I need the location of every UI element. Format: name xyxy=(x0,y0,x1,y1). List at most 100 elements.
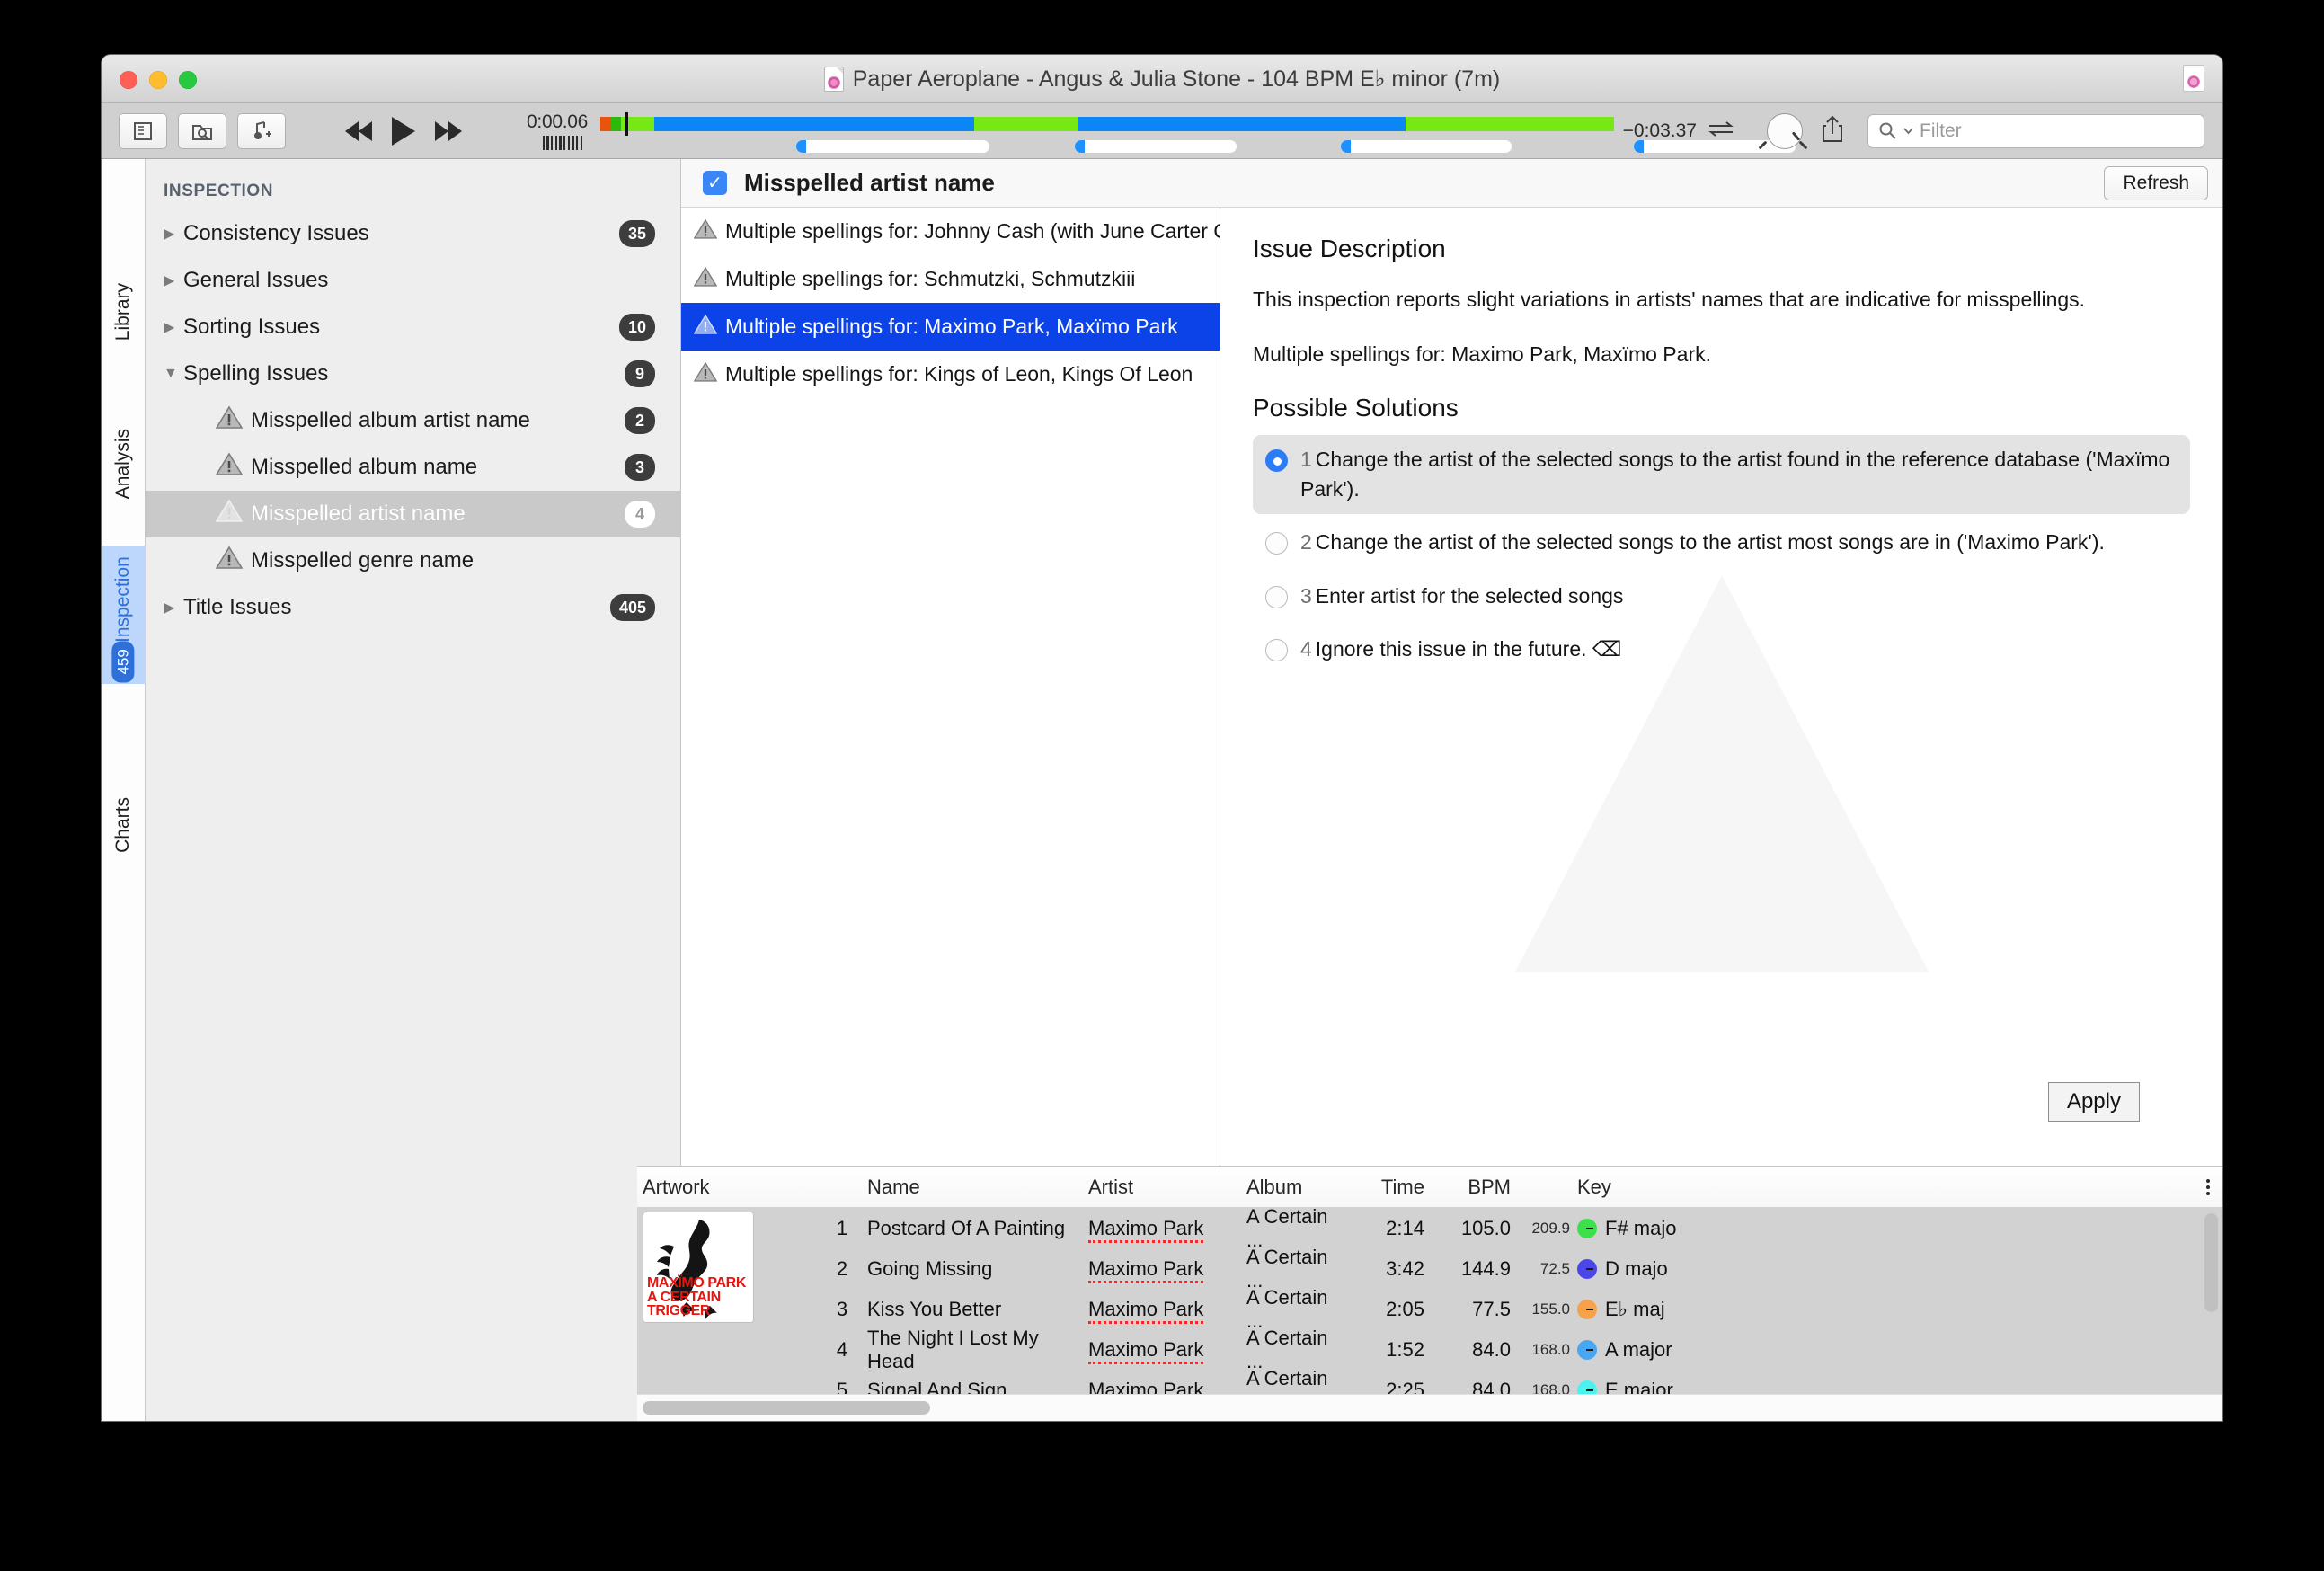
elapsed-time-block: 0:00.06 xyxy=(501,111,588,150)
table-row[interactable]: 4 The Night I Lost My Head Maximo Park A… xyxy=(637,1327,2222,1372)
table-row[interactable]: 3 Kiss You Better Maximo Park A Certain … xyxy=(637,1286,2222,1332)
art-line-1: MAXÏMO PARK xyxy=(647,1274,746,1291)
album-art-title: MAXÏMO PARK A CERTAIN TRIGGER xyxy=(647,1276,746,1318)
issue-enabled-checkbox[interactable]: ✓ xyxy=(703,171,727,195)
tree-node-misspelled-album-name[interactable]: Misspelled album name 3 xyxy=(146,444,680,491)
song-table: Artwork Name Artist Album Time BPM Key M… xyxy=(637,1166,2222,1421)
list-item-selected[interactable]: Multiple spellings for: Maximo Park, Max… xyxy=(681,303,1220,351)
row-bpm-alt: 168.0 xyxy=(1531,1340,1570,1358)
tree-node-misspelled-artist-name[interactable]: Misspelled artist name 4 xyxy=(146,491,680,537)
sidebar-item-analysis[interactable]: Analysis xyxy=(108,420,138,508)
list-item[interactable]: Multiple spellings for: Schmutzki, Schmu… xyxy=(681,255,1220,303)
column-header-artwork[interactable]: Artwork xyxy=(637,1176,817,1199)
radio-button[interactable] xyxy=(1265,532,1288,555)
toolbar-left-buttons xyxy=(119,112,286,149)
solution-option-2[interactable]: 2 Change the artist of the selected songs… xyxy=(1253,518,2190,567)
tree-node-spelling-issues[interactable]: ▼ Spelling Issues 9 xyxy=(146,351,680,397)
row-artist: Maximo Park xyxy=(1088,1256,1204,1283)
list-item[interactable]: Multiple spellings for: Kings of Leon, K… xyxy=(681,351,1220,398)
apply-button[interactable]: Apply xyxy=(2047,1082,2140,1122)
song-table-horizontal-scrollbar[interactable] xyxy=(637,1394,2222,1421)
disclosure-triangle-icon[interactable]: ▶ xyxy=(164,225,183,243)
rewind-icon[interactable] xyxy=(345,120,372,141)
scrollbar-thumb[interactable] xyxy=(643,1401,930,1415)
column-header-bpm[interactable]: BPM xyxy=(1424,1176,1511,1199)
warning-triangle-icon xyxy=(693,266,718,293)
volume-knob[interactable] xyxy=(1758,108,1808,155)
vertical-tab-rail: Library Analysis 459 Inspection Charts xyxy=(102,159,149,1421)
tree-node-misspelled-genre-name[interactable]: Misspelled genre name xyxy=(146,537,680,584)
sidebar-item-charts[interactable]: Charts xyxy=(108,788,138,862)
sidebar-item-inspection[interactable]: 459 Inspection xyxy=(102,546,149,684)
tree-node-consistency-issues[interactable]: ▶ Consistency Issues 35 xyxy=(146,210,680,257)
inspection-tree-panel: INSPECTION ▶ Consistency Issues 35 ▶ Gen… xyxy=(146,159,681,1421)
row-artist: Maximo Park xyxy=(1088,1337,1204,1364)
filter-input[interactable]: Filter xyxy=(1867,113,2204,148)
row-bpm: 84.0 xyxy=(1472,1378,1511,1395)
waveform-segments[interactable] xyxy=(600,116,1614,131)
share-icon[interactable] xyxy=(1819,113,1851,148)
add-songs-button[interactable] xyxy=(237,112,286,149)
row-artist: Maximo Park xyxy=(1088,1216,1204,1243)
radio-button[interactable] xyxy=(1265,585,1288,608)
solution-option-1[interactable]: 1 Change the artist of the selected songs… xyxy=(1253,434,2190,515)
radio-button[interactable] xyxy=(1265,448,1288,472)
column-header-album[interactable]: Album xyxy=(1246,1176,1345,1199)
row-bpm: 144.9 xyxy=(1460,1256,1511,1280)
cue-markers[interactable] xyxy=(600,139,1796,153)
loop-icon[interactable] xyxy=(1706,119,1736,143)
column-header-name[interactable]: Name xyxy=(867,1176,1088,1199)
art-line-2: A CERTAIN xyxy=(647,1289,721,1305)
solution-option-4[interactable]: 4 Ignore this issue in the future. ⌫ xyxy=(1253,625,2190,674)
radio-button[interactable] xyxy=(1265,638,1288,661)
library-icon xyxy=(134,121,152,140)
warning-triangle-icon xyxy=(693,314,718,341)
tree-node-general-issues[interactable]: ▶ General Issues xyxy=(146,257,680,304)
tree-node-count: 3 xyxy=(625,454,655,481)
row-bpm: 105.0 xyxy=(1460,1216,1511,1239)
library-view-button[interactable] xyxy=(119,112,167,149)
list-item[interactable]: Multiple spellings for: Johnny Cash (wit… xyxy=(681,208,1220,255)
column-header-time[interactable]: Time xyxy=(1345,1176,1424,1199)
table-row[interactable]: 5 Signal And Sign Maximo Park A Certain … xyxy=(637,1367,2222,1395)
issue-header-title: Misspelled artist name xyxy=(744,169,995,196)
sidebar-item-library[interactable]: Library xyxy=(108,274,138,350)
chevron-down-icon[interactable] xyxy=(1903,127,1913,135)
song-table-vertical-scrollbar[interactable] xyxy=(2204,1213,2218,1312)
column-options-icon[interactable] xyxy=(2206,1178,2210,1195)
main-body: Library Analysis 459 Inspection Charts I… xyxy=(102,159,2222,1421)
waveform-strip[interactable] xyxy=(600,103,1796,159)
table-row[interactable]: 2 Going Missing Maximo Park A Certain ..… xyxy=(637,1246,2222,1291)
column-header-key[interactable]: Key xyxy=(1577,1176,2222,1199)
key-color-dot xyxy=(1577,1299,1597,1319)
album-artwork[interactable]: MAXÏMO PARK A CERTAIN TRIGGER xyxy=(643,1212,754,1323)
tree-node-label: Misspelled album artist name xyxy=(251,408,530,432)
inspect-folder-button[interactable] xyxy=(178,112,226,149)
table-row[interactable]: 1 Postcard Of A Painting Maximo Park A C… xyxy=(637,1208,2222,1251)
disclosure-triangle-icon[interactable]: ▶ xyxy=(164,271,183,289)
folder-search-icon xyxy=(192,124,212,140)
tree-node-title-issues[interactable]: ▶ Title Issues 405 xyxy=(146,584,680,631)
music-note-plus-icon xyxy=(254,120,271,139)
fast-forward-icon[interactable] xyxy=(435,120,462,141)
row-artist: Maximo Park xyxy=(1088,1378,1204,1394)
refresh-button[interactable]: Refresh xyxy=(2104,165,2208,200)
tree-node-sorting-issues[interactable]: ▶ Sorting Issues 10 xyxy=(146,304,680,351)
remaining-time: −0:03.37 xyxy=(1622,120,1697,141)
solution-option-3[interactable]: 3 Enter artist for the selected songs xyxy=(1253,572,2190,621)
solution-label: Ignore this issue in the future. ⌫ xyxy=(1315,636,1622,661)
issue-header-bar: ✓ Misspelled artist name Refresh xyxy=(681,159,2222,208)
column-header-artist[interactable]: Artist xyxy=(1088,1176,1246,1199)
app-window: Paper Aeroplane - Angus & Julia Stone - … xyxy=(102,55,2222,1421)
detail-instance: Multiple spellings for: Maximo Park, Max… xyxy=(1253,342,1711,367)
disclosure-triangle-icon[interactable]: ▼ xyxy=(164,366,183,382)
playhead-marker[interactable] xyxy=(625,111,628,136)
disclosure-triangle-icon[interactable]: ▶ xyxy=(164,599,183,617)
warning-triangle-icon xyxy=(215,499,244,529)
row-bpm-alt: 155.0 xyxy=(1531,1300,1570,1318)
row-bpm: 84.0 xyxy=(1472,1337,1511,1361)
play-icon[interactable] xyxy=(392,116,415,146)
row-key: D majo xyxy=(1605,1256,1668,1280)
disclosure-triangle-icon[interactable]: ▶ xyxy=(164,318,183,336)
tree-node-misspelled-album-artist-name[interactable]: Misspelled album artist name 2 xyxy=(146,397,680,444)
